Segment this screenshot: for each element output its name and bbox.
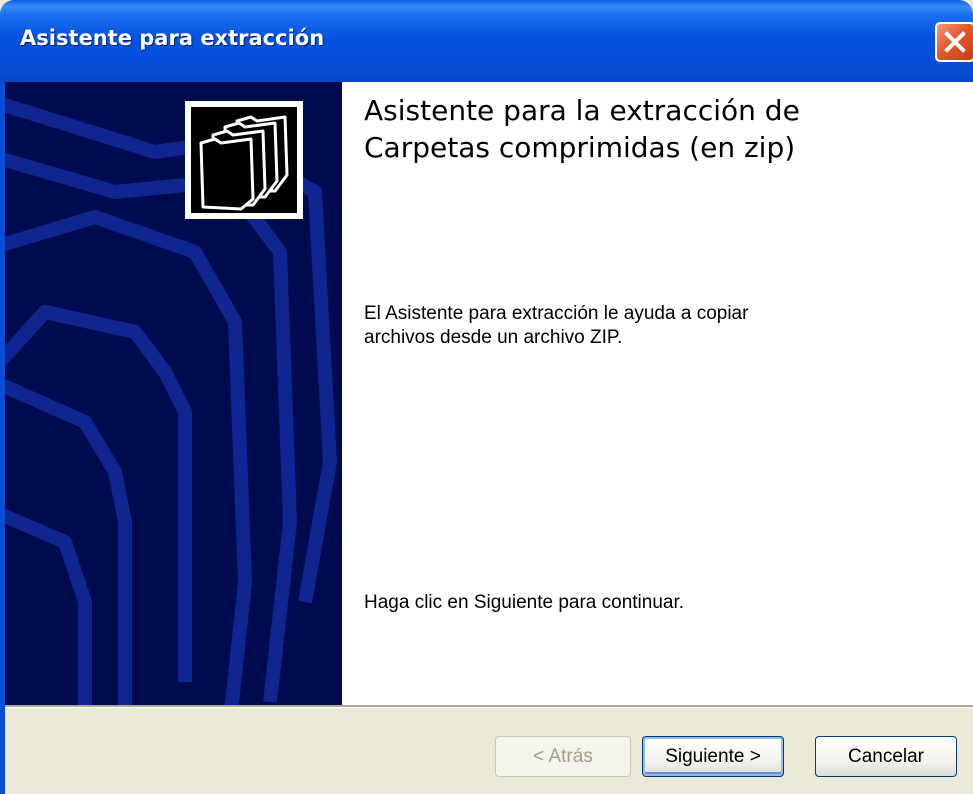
continue-instruction: Haga clic en Siguiente para continuar. bbox=[364, 592, 685, 613]
button-area-separator bbox=[5, 705, 973, 708]
cancel-button[interactable]: Cancelar bbox=[815, 736, 957, 777]
wizard-description: El Asistente para extracción le ayuda a … bbox=[364, 303, 749, 348]
back-button[interactable]: < Atrás bbox=[495, 736, 631, 777]
window-title: Asistente para extracción bbox=[20, 26, 325, 50]
close-icon bbox=[944, 31, 966, 53]
extraction-wizard-window: Asistente para extracción Asistente para… bbox=[0, 0, 973, 794]
compressed-folders-icon bbox=[199, 115, 289, 211]
close-button[interactable] bbox=[935, 22, 973, 62]
wizard-heading: Asistente para la extracción de Carpetas… bbox=[364, 94, 800, 164]
title-bar[interactable]: Asistente para extracción bbox=[0, 0, 973, 82]
next-button[interactable]: Siguiente > bbox=[642, 736, 784, 777]
wizard-logo bbox=[185, 101, 303, 219]
